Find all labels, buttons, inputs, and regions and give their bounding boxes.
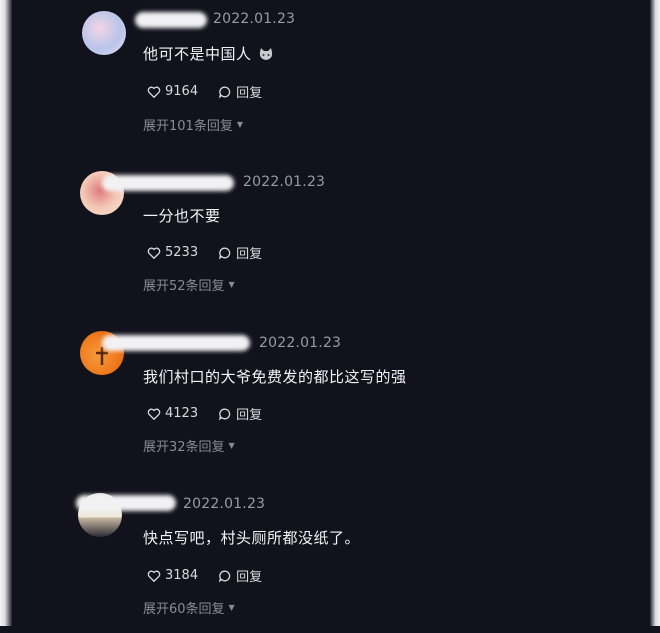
speech-bubble-icon bbox=[218, 247, 231, 260]
expand-replies-button[interactable]: 展开60条回复 ▼ bbox=[143, 598, 235, 617]
expand-replies-button[interactable]: 展开52条回复 ▼ bbox=[143, 275, 235, 294]
comment-date: 2022.01.23 bbox=[213, 11, 296, 27]
like-count: 3184 bbox=[165, 568, 199, 583]
like-button[interactable]: 5233 bbox=[147, 245, 198, 260]
like-count: 4123 bbox=[165, 406, 199, 421]
reply-button[interactable]: 回复 bbox=[218, 243, 262, 262]
expand-replies-label: 展开32条回复 bbox=[143, 440, 225, 455]
like-button[interactable]: 3184 bbox=[147, 568, 198, 583]
expand-replies-label: 展开60条回复 bbox=[143, 602, 225, 617]
cat-face-icon bbox=[259, 48, 272, 60]
heart-icon bbox=[147, 408, 161, 420]
reply-button[interactable]: 回复 bbox=[218, 566, 262, 585]
reply-button[interactable]: 回复 bbox=[218, 82, 262, 101]
reply-label: 回复 bbox=[236, 86, 263, 101]
like-count: 9164 bbox=[165, 84, 199, 99]
comment-date: 2022.01.23 bbox=[183, 496, 266, 512]
comment-text: 我们村口的大爷免费发的都比这写的强 bbox=[143, 368, 407, 386]
caret-down-icon: ▼ bbox=[228, 280, 235, 289]
username-redacted[interactable] bbox=[76, 495, 176, 511]
expand-replies-button[interactable]: 展开101条回复 ▼ bbox=[143, 115, 243, 134]
caret-down-icon: ▼ bbox=[228, 441, 235, 450]
heart-icon bbox=[147, 86, 161, 98]
caret-down-icon: ▼ bbox=[228, 603, 235, 612]
avatar[interactable] bbox=[82, 11, 126, 55]
speech-bubble-icon bbox=[218, 86, 231, 99]
reply-label: 回复 bbox=[236, 570, 263, 585]
reply-label: 回复 bbox=[236, 408, 263, 423]
comment-date: 2022.01.23 bbox=[243, 174, 326, 190]
comment-date: 2022.01.23 bbox=[259, 335, 342, 351]
heart-icon bbox=[147, 570, 161, 582]
expand-replies-label: 展开101条回复 bbox=[143, 119, 233, 134]
comment-actions: 4123 回复 bbox=[147, 404, 262, 423]
like-button[interactable]: 9164 bbox=[147, 84, 198, 99]
like-button[interactable]: 4123 bbox=[147, 406, 198, 421]
username-redacted[interactable] bbox=[102, 335, 250, 351]
comment-text: 一分也不要 bbox=[143, 207, 221, 225]
comment-item: 2022.01.23 一分也不要 5233 回复 展开52条回复 ▼ bbox=[0, 161, 660, 311]
reply-button[interactable]: 回复 bbox=[218, 404, 262, 423]
like-count: 5233 bbox=[165, 245, 199, 260]
expand-replies-button[interactable]: 展开32条回复 ▼ bbox=[143, 436, 235, 455]
comment-item: 2022.01.23 我们村口的大爷免费发的都比这写的强 4123 回复 展开3… bbox=[0, 322, 660, 472]
comment-actions: 3184 回复 bbox=[147, 566, 262, 585]
comment-actions: 9164 回复 bbox=[147, 82, 262, 101]
expand-replies-label: 展开52条回复 bbox=[143, 279, 225, 294]
comment-text: 快点写吧，村头厕所都没纸了。 bbox=[143, 529, 361, 547]
comment-item: 2022.01.23 他可不是中国人 9164 回复 展开101条回复 ▼ bbox=[0, 0, 660, 150]
username-redacted[interactable] bbox=[135, 12, 207, 28]
speech-bubble-icon bbox=[218, 570, 231, 583]
username-redacted[interactable] bbox=[102, 175, 234, 191]
comment-text: 他可不是中国人 bbox=[143, 43, 274, 64]
caret-down-icon: ▼ bbox=[236, 120, 243, 129]
comment-actions: 5233 回复 bbox=[147, 243, 262, 262]
comment-text-body: 他可不是中国人 bbox=[143, 45, 252, 63]
speech-bubble-icon bbox=[218, 408, 231, 421]
reply-label: 回复 bbox=[236, 247, 263, 262]
comment-item: 2022.01.23 快点写吧，村头厕所都没纸了。 3184 回复 展开60条回… bbox=[0, 483, 660, 633]
heart-icon bbox=[147, 247, 161, 259]
